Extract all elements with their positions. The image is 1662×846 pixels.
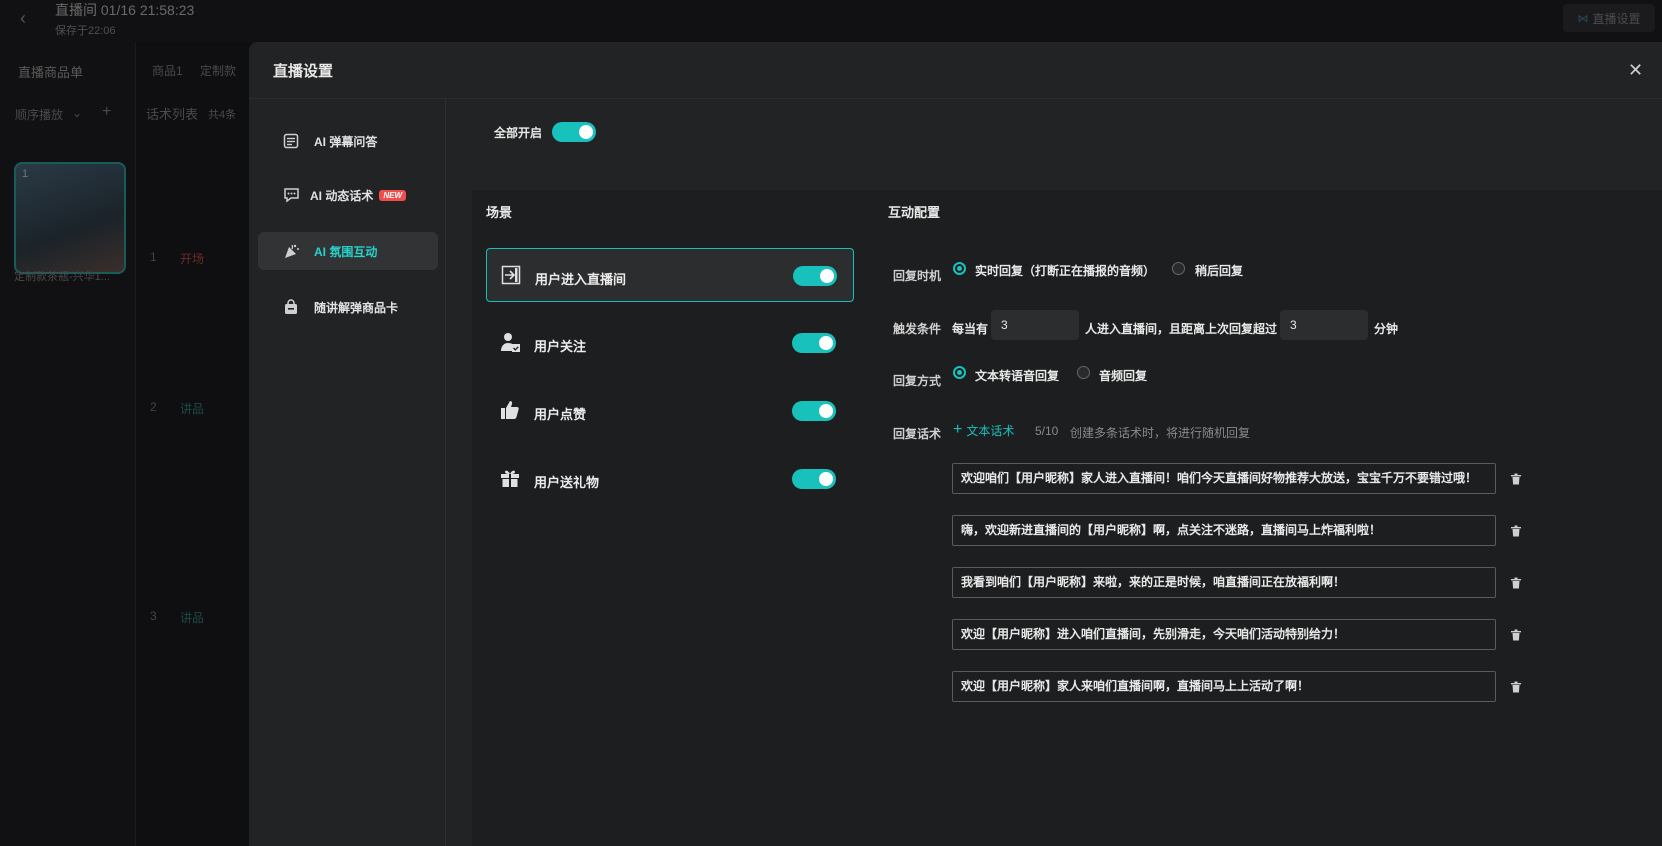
trigger-prefix: 每当有 — [952, 322, 989, 336]
nav-label: AI 动态话术 — [310, 188, 374, 203]
nav-label: AI 弹幕问答 — [314, 134, 378, 149]
scene-toggle[interactable] — [792, 469, 836, 489]
scene-title: 场景 — [486, 205, 513, 220]
nav-label: AI 氛围互动 — [314, 244, 378, 259]
nav-ai-danmu-qa[interactable]: AI 弹幕问答 — [258, 122, 438, 160]
config-title: 互动配置 — [888, 205, 941, 220]
radio-later-label: 稍后回复 — [1195, 264, 1244, 278]
trigger-label: 触发条件 — [893, 322, 942, 336]
product-thumbnail[interactable] — [14, 162, 126, 274]
script-count: 5/10 — [1035, 424, 1059, 438]
trigger-count-input[interactable]: 3 — [991, 310, 1079, 340]
scene-label: 用户点赞 — [534, 407, 587, 422]
reply-script-field[interactable]: 欢迎【用户昵称】家人来咱们直播间啊，直播间马上上活动了啊！ — [952, 671, 1496, 702]
script-panel — [136, 42, 256, 846]
enter-room-icon — [501, 265, 521, 285]
reply-script-label: 回复话术 — [893, 427, 942, 441]
live-settings-button[interactable]: ⋈ 直播设置 — [1563, 4, 1655, 32]
top-bar — [0, 0, 1662, 42]
modal-header — [249, 42, 1662, 99]
nav-ai-dynamic-script[interactable]: AI 动态话术 NEW — [258, 176, 438, 214]
settings-logo-icon: ⋈ — [1577, 12, 1589, 25]
script-list-title: 话术列表 — [146, 107, 199, 122]
shopping-bag-icon — [282, 298, 300, 316]
row-tag: 讲品 — [180, 402, 205, 416]
reply-mode-label: 回复方式 — [893, 374, 942, 388]
row-tag: 讲品 — [180, 611, 205, 625]
nav-label: 随讲解弹商品卡 — [314, 300, 399, 315]
close-icon[interactable]: ✕ — [1628, 60, 1643, 81]
back-chevron-icon[interactable]: ‹ — [20, 8, 26, 29]
trash-icon[interactable] — [1510, 524, 1522, 537]
scene-label: 用户送礼物 — [534, 475, 600, 490]
tab-custom[interactable]: 定制款 — [200, 62, 236, 79]
radio-tts[interactable] — [953, 366, 966, 379]
party-popper-icon — [282, 242, 300, 260]
modal-title: 直播设置 — [273, 63, 334, 80]
scene-label: 用户关注 — [534, 339, 587, 354]
radio-later[interactable] — [1172, 262, 1185, 275]
scene-user-enter[interactable]: 用户进入直播间 — [486, 248, 854, 302]
thumb-caption: 定制款茶瓶-兴华1... — [14, 271, 110, 283]
row-tag: 开场 — [180, 252, 205, 266]
tab-product-1[interactable]: 商品1 — [152, 62, 183, 79]
scene-user-gift[interactable]: 用户送礼物 — [486, 452, 854, 506]
row-number: 1 — [150, 250, 157, 264]
reply-script-field[interactable]: 我看到咱们【用户昵称】来啦，来的正是时候，咱直播间正在放福利啊！ — [952, 567, 1496, 598]
thumb-index: 1 — [22, 168, 29, 180]
thumbs-up-icon — [500, 400, 520, 420]
reply-script-field[interactable]: 嗨，欢迎新进直播间的【用户昵称】啊，点关注不迷路，直播间马上炸福利啦！ — [952, 515, 1496, 546]
reply-timing-label: 回复时机 — [893, 269, 942, 283]
radio-audio[interactable] — [1077, 366, 1090, 379]
trash-icon[interactable] — [1510, 628, 1522, 641]
trigger-minutes-input[interactable]: 3 — [1280, 310, 1368, 340]
trigger-suffix: 分钟 — [1374, 322, 1399, 336]
add-text-script-label: 文本话术 — [966, 423, 1015, 438]
scene-toggle[interactable] — [793, 266, 837, 286]
all-on-toggle[interactable] — [552, 122, 596, 142]
row-number: 2 — [150, 400, 157, 414]
gift-icon — [500, 468, 520, 488]
trigger-mid-text: 人进入直播间，且距离上次回复超过 — [1085, 322, 1278, 336]
reply-script-field[interactable]: 欢迎咱们【用户昵称】家人进入直播间！咱们今天直播间好物推荐大放送，宝宝千万不要错… — [952, 463, 1496, 494]
scene-user-like[interactable]: 用户点赞 — [486, 384, 854, 438]
add-text-script-button[interactable]: + 文本话术 — [953, 421, 1014, 439]
saved-time: 保存于22:06 — [55, 25, 116, 37]
add-icon[interactable]: + — [102, 103, 111, 121]
scene-user-follow[interactable]: 用户关注 — [486, 316, 854, 370]
script-hint: 创建多条话术时，将进行随机回复 — [1070, 426, 1251, 440]
live-settings-label: 直播设置 — [1592, 11, 1641, 26]
chat-list-icon — [282, 132, 300, 150]
scene-toggle[interactable] — [792, 401, 836, 421]
reply-script-field[interactable]: 欢迎【用户昵称】进入咱们直播间，先别滑走，今天咱们活动特别给力！ — [952, 619, 1496, 650]
trash-icon[interactable] — [1510, 472, 1522, 485]
scene-toggle[interactable] — [792, 333, 836, 353]
scene-label: 用户进入直播间 — [535, 272, 627, 287]
trash-icon[interactable] — [1510, 576, 1522, 589]
plus-icon: + — [953, 421, 963, 438]
radio-realtime-label: 实时回复（打断正在播报的音频） — [975, 264, 1156, 278]
product-list-title: 直播商品单 — [18, 65, 84, 80]
all-on-label: 全部开启 — [494, 126, 543, 140]
new-badge: NEW — [379, 189, 407, 201]
nav-ai-atmosphere[interactable]: AI 氛围互动 — [258, 232, 438, 270]
script-count: 共4条 — [208, 109, 237, 121]
trash-icon[interactable] — [1510, 680, 1522, 693]
order-mode-select[interactable]: 顺序播放 — [15, 106, 63, 123]
speech-bubble-icon — [282, 186, 300, 204]
user-follow-icon — [500, 332, 520, 352]
room-title: 直播间 01/16 21:58:23 — [55, 2, 195, 18]
row-number: 3 — [150, 609, 157, 623]
radio-tts-label: 文本转语音回复 — [975, 369, 1060, 383]
chevron-down-icon: ⌄ — [72, 106, 83, 120]
radio-audio-label: 音频回复 — [1099, 369, 1148, 383]
nav-product-card[interactable]: 随讲解弹商品卡 — [258, 288, 438, 326]
radio-realtime[interactable] — [953, 262, 966, 275]
